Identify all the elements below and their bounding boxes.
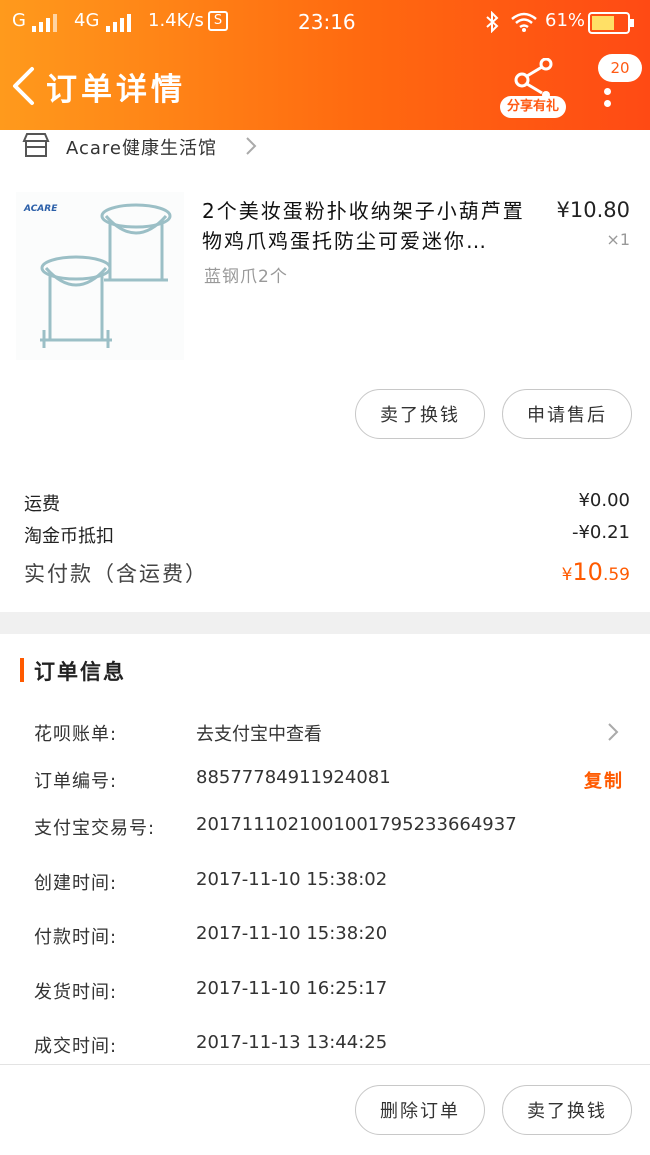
shipped-time-row: 发货时间: 2017-11-10 16:25:17 xyxy=(34,976,630,1006)
order-number-row: 订单编号: 88577784911924081 复制 xyxy=(34,765,630,795)
signal-icon-2 xyxy=(106,14,131,32)
bottom-action-bar: 删除订单 卖了换钱 xyxy=(0,1064,650,1155)
coin-deduction-row: 淘金币抵扣 -¥0.21 xyxy=(24,522,630,548)
completed-time-row: 成交时间: 2017-11-13 13:44:25 xyxy=(34,1030,630,1060)
info-value: 去支付宝中查看 xyxy=(196,724,322,745)
info-label: 订单编号: xyxy=(34,771,118,792)
paid-time-row: 付款时间: 2017-11-10 15:38:20 xyxy=(34,921,630,951)
wifi-icon xyxy=(511,12,537,32)
product-title[interactable]: 2个美妆蛋粉扑收纳架子小葫芦置物鸡爪鸡蛋托防尘可爱迷你… xyxy=(202,196,532,256)
clock: 23:16 xyxy=(298,10,356,34)
paid-label: 实付款（含运费） xyxy=(24,562,208,586)
info-label: 发货时间: xyxy=(34,982,118,1003)
store-icon xyxy=(22,133,50,157)
info-label: 付款时间: xyxy=(34,927,118,948)
apply-after-sale-button[interactable]: 申请售后 xyxy=(502,389,632,439)
battery-percent: 61% xyxy=(545,10,586,31)
info-value: 2017-11-13 13:44:25 xyxy=(196,1032,388,1053)
info-label: 花呗账单: xyxy=(34,724,118,745)
page-title: 订单详情 xyxy=(46,72,186,108)
section-divider xyxy=(0,612,650,634)
copy-button[interactable]: 复制 xyxy=(584,767,624,793)
more-menu-button[interactable]: 20 xyxy=(596,52,646,122)
section-title: 订单信息 xyxy=(34,660,126,684)
paid-decimal: .59 xyxy=(602,565,630,585)
status-bar: G 4G 1.4K/s S 23:16 61% xyxy=(0,0,650,44)
share-button[interactable]: 分享有礼 xyxy=(500,58,566,118)
battery-icon xyxy=(588,12,634,34)
shipping-label: 运费 xyxy=(24,494,60,515)
product-thumbnail[interactable]: ACARE xyxy=(16,192,184,360)
paid-total-row: 实付款（含运费） ¥10.59 xyxy=(24,558,630,588)
paid-amount: ¥10.59 xyxy=(562,558,630,586)
network-speed: 1.4K/s xyxy=(148,10,204,31)
share-icon xyxy=(514,58,553,98)
product-spec: 蓝钢爪2个 xyxy=(204,267,288,287)
info-label: 成交时间: xyxy=(34,1036,118,1057)
section-accent-bar xyxy=(20,658,24,682)
carrier-label: G xyxy=(12,10,26,31)
sell-for-cash-button[interactable]: 卖了换钱 xyxy=(355,389,485,439)
coin-value: -¥0.21 xyxy=(571,522,630,543)
info-value: 2017-11-10 16:25:17 xyxy=(196,978,388,999)
info-label: 支付宝交易号: xyxy=(34,818,156,839)
chevron-right-icon xyxy=(246,137,257,155)
product-card[interactable]: ACARE 2个美妆蛋粉扑收纳架子小葫芦置物鸡爪鸡蛋托防尘可爱迷你… 蓝钢爪2个… xyxy=(0,180,650,370)
message-badge: 20 xyxy=(598,54,642,82)
thumb-brand-logo: ACARE xyxy=(24,204,58,214)
shipping-fee-row: 运费 ¥0.00 xyxy=(24,490,630,516)
alipay-trade-row: 支付宝交易号: 2017111021001001795233664937 xyxy=(34,812,630,842)
info-value: 2017111021001001795233664937 xyxy=(196,814,517,835)
product-price: ¥10.80 xyxy=(556,198,630,222)
more-dot-icon xyxy=(604,100,611,107)
info-label: 创建时间: xyxy=(34,873,118,894)
huabei-bill-row[interactable]: 花呗账单: 去支付宝中查看 xyxy=(34,718,630,748)
info-value: 2017-11-10 15:38:20 xyxy=(196,923,388,944)
more-dot-icon xyxy=(604,88,611,95)
network-label: 4G xyxy=(74,10,100,31)
chevron-right-icon xyxy=(608,723,619,741)
info-value: 2017-11-10 15:38:02 xyxy=(196,869,388,890)
back-arrow-icon[interactable] xyxy=(10,66,36,106)
s-notification-icon: S xyxy=(208,11,228,31)
bluetooth-icon xyxy=(486,11,499,33)
store-row[interactable]: Acare健康生活馆 xyxy=(0,130,650,164)
store-name: Acare健康生活馆 xyxy=(66,138,218,159)
signal-icon xyxy=(32,14,57,32)
egg-holder-image xyxy=(40,203,172,348)
order-number: 88577784911924081 xyxy=(196,767,391,788)
shipping-value: ¥0.00 xyxy=(578,490,630,511)
paid-currency: ¥ xyxy=(561,565,573,585)
share-label: 分享有礼 xyxy=(500,96,566,118)
coin-label: 淘金币抵扣 xyxy=(24,526,114,547)
paid-integer: 10 xyxy=(572,558,603,586)
delete-order-button[interactable]: 删除订单 xyxy=(355,1085,485,1135)
nav-bar: 订单详情 分享有礼 20 xyxy=(0,44,650,130)
created-time-row: 创建时间: 2017-11-10 15:38:02 xyxy=(34,867,630,897)
sell-for-cash-button[interactable]: 卖了换钱 xyxy=(502,1085,632,1135)
product-quantity: ×1 xyxy=(606,230,630,249)
